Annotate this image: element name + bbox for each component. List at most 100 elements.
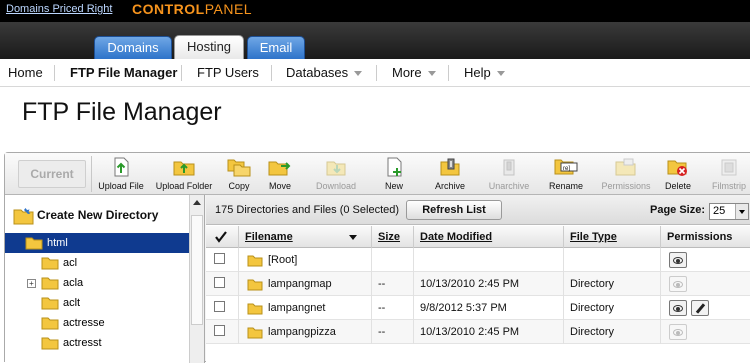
edit-permissions-button[interactable]	[691, 300, 709, 316]
tree-item-label: actresse	[63, 317, 105, 329]
filename-cell[interactable]: [Root]	[238, 248, 371, 272]
nav-help[interactable]: Help	[464, 65, 505, 80]
filmstrip-button[interactable]: Filmstrip	[698, 156, 750, 191]
view-permissions-button[interactable]	[669, 300, 687, 316]
folder-icon	[247, 255, 263, 267]
type-cell: Directory	[563, 320, 660, 344]
table-row[interactable]: lampangpizza -- 10/13/2010 2:45 PM Direc…	[206, 320, 750, 344]
tree-scrollbar[interactable]	[189, 195, 204, 363]
nav-more[interactable]: More	[392, 65, 436, 80]
nav-databases-label: Databases	[286, 65, 349, 80]
archive-button[interactable]: Archive	[419, 156, 481, 191]
upload-file-icon	[114, 157, 129, 177]
unarchive-button[interactable]: Unarchive	[478, 156, 540, 191]
folder-icon	[41, 257, 59, 270]
new-folder-icon	[13, 208, 34, 225]
nav-ftp-users[interactable]: FTP Users	[197, 65, 259, 80]
tree-item-actresse[interactable]: actresse	[5, 313, 189, 333]
column-header-filename[interactable]: Filename	[238, 226, 371, 248]
tab-hosting[interactable]: Hosting	[174, 35, 244, 59]
filename-text: [Root]	[268, 254, 298, 266]
view-permissions-button[interactable]	[669, 276, 687, 292]
tab-email[interactable]: Email	[247, 36, 305, 59]
row-select-cell	[206, 272, 238, 296]
refresh-list-button[interactable]: Refresh List	[406, 200, 502, 220]
current-button[interactable]: Current	[18, 160, 86, 188]
table-row[interactable]: lampangnet -- 9/8/2012 5:37 PM Directory	[206, 296, 750, 320]
column-header-date-modified[interactable]: Date Modified	[413, 226, 563, 248]
nav-ftp-file-manager[interactable]: FTP File Manager	[70, 65, 177, 80]
filename-cell[interactable]: lampangmap	[238, 272, 371, 296]
primary-tab-strip: Domains Hosting Email	[0, 22, 750, 59]
tree-item-acla[interactable]: + acla	[5, 273, 189, 293]
permissions-cell	[660, 296, 750, 320]
row-select-cell	[206, 320, 238, 344]
size-header-label: Size	[378, 231, 401, 243]
row-checkbox[interactable]	[214, 253, 225, 264]
filmstrip-icon	[721, 159, 737, 176]
row-checkbox[interactable]	[214, 277, 225, 288]
upload-file-button[interactable]: Upload File	[90, 156, 152, 191]
type-header-label: File Type	[570, 231, 617, 243]
download-button[interactable]: Download	[305, 156, 367, 191]
nav-divider	[448, 65, 449, 81]
tree-item-label: acla	[63, 277, 84, 289]
filename-text: lampangmap	[268, 278, 332, 290]
type-cell	[563, 248, 660, 272]
column-header-permissions: Permissions	[660, 226, 750, 248]
table-row[interactable]: [Root]	[206, 248, 750, 272]
upload-folder-icon	[173, 161, 195, 176]
tree-item-aclt[interactable]: aclt	[5, 293, 189, 313]
download-icon	[326, 161, 346, 176]
logo-part-panel: PANEL	[204, 1, 253, 17]
svg-text:re]: re]	[563, 166, 570, 172]
filename-cell[interactable]: lampangpizza	[238, 320, 371, 344]
upload-folder-button[interactable]: Upload Folder	[153, 156, 215, 191]
nav-divider	[376, 65, 377, 81]
dropdown-arrow-icon[interactable]	[735, 204, 748, 219]
folder-icon	[247, 279, 263, 291]
new-button[interactable]: New	[363, 156, 425, 191]
row-checkbox[interactable]	[214, 301, 225, 312]
folder-icon	[247, 303, 263, 315]
tree-item-label: actresst	[63, 337, 102, 349]
filename-cell[interactable]: lampangnet	[238, 296, 371, 320]
rename-button[interactable]: re] Rename	[535, 156, 597, 191]
brand-link[interactable]: Domains Priced Right	[6, 3, 112, 15]
permissions-cell	[660, 272, 750, 296]
tool-label: Unarchive	[488, 181, 530, 191]
tree-item-actresst[interactable]: actresst	[5, 333, 189, 353]
view-permissions-button[interactable]	[669, 252, 687, 268]
directory-tree-pane: Create New Directory html acl + acla acl…	[5, 195, 205, 363]
list-status-bar: 175 Directories and Files (0 Selected) R…	[206, 195, 750, 225]
table-row[interactable]: lampangmap -- 10/13/2010 2:45 PM Directo…	[206, 272, 750, 296]
select-all-column[interactable]	[206, 226, 238, 248]
tool-label: New	[384, 181, 403, 191]
scroll-thumb[interactable]	[191, 215, 203, 325]
type-cell: Directory	[563, 272, 660, 296]
nav-databases[interactable]: Databases	[286, 65, 363, 80]
nav-home[interactable]: Home	[8, 65, 43, 80]
view-permissions-button[interactable]	[669, 324, 687, 340]
tab-domains[interactable]: Domains	[94, 36, 172, 59]
page-size-select[interactable]: 25	[709, 203, 749, 220]
column-header-size[interactable]: Size	[371, 226, 413, 248]
tree-item-label: acl	[63, 257, 78, 269]
move-button[interactable]: Move	[249, 156, 311, 191]
column-header-file-type[interactable]: File Type	[563, 226, 660, 248]
folder-open-icon	[25, 237, 43, 250]
tree-item-acl[interactable]: acl	[5, 253, 189, 273]
row-select-cell	[206, 296, 238, 320]
expand-plus-icon[interactable]: +	[27, 279, 36, 288]
file-toolbar: Current Upload File Upload Folder Copy M…	[5, 153, 750, 195]
create-new-directory-button[interactable]: Create New Directory	[13, 207, 158, 225]
tree-item-html[interactable]: html	[5, 233, 189, 253]
row-checkbox[interactable]	[214, 325, 225, 336]
scroll-up-icon[interactable]	[193, 200, 201, 205]
permissions-cell	[660, 320, 750, 344]
pencil-icon	[695, 303, 706, 314]
new-file-icon	[387, 157, 402, 177]
move-icon	[268, 161, 291, 176]
nav-divider	[271, 65, 272, 81]
folder-icon	[247, 327, 263, 339]
